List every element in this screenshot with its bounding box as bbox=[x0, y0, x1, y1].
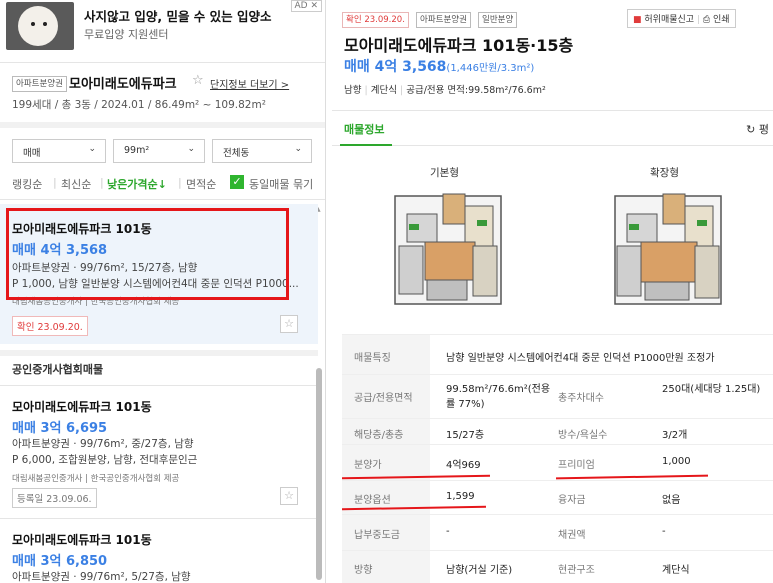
info-row: 분양옵션 1,599 융자금 없음 bbox=[341, 480, 773, 514]
complex-type-tag: 아파트분양권 bbox=[12, 76, 67, 92]
plan-ext-label: 확장형 bbox=[650, 167, 679, 179]
sale-tag: 일반분양 bbox=[478, 12, 518, 28]
favorite-star-icon[interactable]: ☆ bbox=[280, 487, 298, 505]
complex-meta: 199세대 / 총 3동 / 2024.01 / 86.49m² ~ 109.8… bbox=[12, 99, 266, 111]
sort-lowest-price[interactable]: 낮은가격순↓ bbox=[107, 176, 167, 192]
sort-latest[interactable]: 최신순 bbox=[61, 176, 91, 192]
detail-price: 매매 4억 3,568(1,446만원/3.3m²) bbox=[344, 59, 535, 75]
confirm-date-badge: 확인 23.09.20. bbox=[12, 316, 88, 336]
same-listing-label: 동일매물 묶기 bbox=[249, 178, 314, 191]
ad-subtitle: 무료입양 지원센터 bbox=[84, 28, 169, 41]
info-row: 방향 남향(거실 기준) 현관구조 계단식 bbox=[342, 550, 773, 583]
complex-name: 모아미래도에듀파크 bbox=[69, 77, 177, 92]
chevron-down-icon: ⌄ bbox=[187, 144, 195, 154]
complex-header: 아파트분양권 모아미래도에듀파크 ☆ 단지정보 더보기 > 199세대 / 총 … bbox=[0, 62, 325, 120]
area-select[interactable]: 99m² ⌄ bbox=[113, 139, 205, 163]
confirm-tag: 확인 23.09.20. bbox=[342, 12, 409, 28]
star-icon[interactable]: ☆ bbox=[192, 73, 204, 88]
floor-plan-basic[interactable] bbox=[385, 184, 511, 312]
report-button[interactable]: 허위매물신고 bbox=[644, 15, 694, 25]
type-tag: 아파트분양권 bbox=[416, 12, 471, 28]
chevron-down-icon: ⌄ bbox=[294, 144, 302, 154]
detail-meta: 남향 | 계단식 | 공급/전용 면적:99.58m²/76.6m² bbox=[344, 85, 546, 96]
favorite-star-icon[interactable]: ☆ bbox=[280, 315, 298, 333]
detail-title: 모아미래도에듀파크 101동·15층 bbox=[344, 36, 574, 55]
floor-plans: 기본형 확장형 bbox=[342, 154, 773, 326]
listing-spec: 아파트분양권 · 99/76m², 5/27층, 남향 bbox=[12, 571, 191, 583]
tab-listing-info[interactable]: 매물정보 bbox=[344, 121, 384, 137]
sort-area[interactable]: 면적순 bbox=[186, 176, 216, 192]
dong-select[interactable]: 전체동 ⌄ bbox=[212, 139, 312, 163]
listing-title: 모아미래도에듀파크 101동 bbox=[12, 533, 152, 547]
ad-banner[interactable]: AD ✕ 사지않고 입양, 믿을 수 있는 입양소 무료입양 지원센터 bbox=[0, 0, 325, 56]
sort-ranking[interactable]: 랭킹순 bbox=[12, 176, 42, 192]
listing-panel: AD ✕ 사지않고 입양, 믿을 수 있는 입양소 무료입양 지원센터 아파트분… bbox=[0, 0, 326, 583]
print-button[interactable]: 인쇄 bbox=[713, 15, 730, 25]
report-icon: ■ bbox=[633, 15, 642, 25]
info-row: 납부중도금 - 채권액 - bbox=[342, 514, 773, 550]
scrollbar[interactable] bbox=[316, 368, 322, 580]
filter-bar: 매매 ⌄ 99m² ⌄ 전체동 ⌄ bbox=[0, 122, 325, 170]
refresh-button[interactable]: ↻ 평 bbox=[746, 121, 769, 137]
listing-spec: 아파트분양권 · 99/76m², 중/27층, 남향 bbox=[12, 438, 194, 450]
info-row: 매물특징 남향 일반분양 시스템에어컨4대 중문 인덕션 P1000만원 조정가 bbox=[342, 334, 773, 374]
section-title: 공인중개사협회매물 bbox=[0, 350, 318, 386]
ad-image bbox=[6, 2, 74, 50]
info-row: 해당층/총층 15/27층 방수/욕실수 3/2개 bbox=[342, 418, 773, 444]
same-listing-checkbox[interactable]: ✓ bbox=[230, 175, 244, 189]
info-row: 공급/전용면적 99.58m²/76.6m²(전용률 77%) 총주차대수 25… bbox=[342, 374, 773, 418]
price-per-area: (1,446만원/3.3m²) bbox=[446, 63, 535, 74]
listing-item[interactable]: 모아미래도에듀파크 101동 매매 4억 3,568 아파트분양권 · 99/7… bbox=[0, 204, 318, 344]
sort-bar: 랭킹순 | 최신순 | 낮은가격순↓ | 면적순 ✓ 동일매물 묶기 bbox=[0, 170, 325, 200]
report-print-bar: ■ 허위매물신고 | ⎙ 인쇄 bbox=[627, 9, 736, 28]
listing-desc: P 6,000, 조합원분양, 남향, 전대후문인근 bbox=[12, 454, 198, 466]
chevron-down-icon: ⌄ bbox=[88, 144, 96, 154]
print-icon: ⎙ bbox=[702, 15, 711, 25]
floor-plan-extended[interactable] bbox=[605, 184, 731, 312]
register-date-badge: 등록일 23.09.06. bbox=[12, 488, 97, 508]
listing-agent: 대림새봄공인중개사 | 한국공인중개사협회 제공 bbox=[12, 474, 180, 484]
listing-item[interactable]: 모아미래도에듀파크 101동 매매 3억 6,850 아파트분양권 · 99/7… bbox=[0, 518, 318, 583]
listing-item[interactable]: 모아미래도에듀파크 101동 매매 3억 6,695 아파트분양권 · 99/7… bbox=[0, 386, 318, 516]
detail-panel: 확인 23.09.20. 아파트분양권 일반분양 ■ 허위매물신고 | ⎙ 인쇄… bbox=[332, 0, 773, 583]
listing-price: 매매 3억 6,695 bbox=[12, 421, 108, 436]
detail-tags: 확인 23.09.20. 아파트분양권 일반분양 bbox=[342, 7, 519, 28]
plan-basic-label: 기본형 bbox=[430, 167, 459, 179]
listing-price: 매매 3억 6,850 bbox=[12, 554, 108, 569]
listing-title: 모아미래도에듀파크 101동 bbox=[12, 400, 152, 414]
info-row: 분양가 4억969 프리미엄 1,000 bbox=[341, 444, 773, 480]
trade-type-select[interactable]: 매매 ⌄ bbox=[12, 139, 106, 163]
complex-info-link[interactable]: 단지정보 더보기 > bbox=[210, 76, 289, 91]
ad-title: 사지않고 입양, 믿을 수 있는 입양소 bbox=[84, 9, 272, 24]
highlight-box bbox=[6, 208, 289, 300]
detail-tabs: 매물정보 ↻ 평 bbox=[332, 110, 773, 146]
red-underline bbox=[555, 474, 709, 480]
ad-close-badge[interactable]: AD ✕ bbox=[290, 0, 322, 12]
refresh-icon: ↻ bbox=[746, 123, 756, 136]
